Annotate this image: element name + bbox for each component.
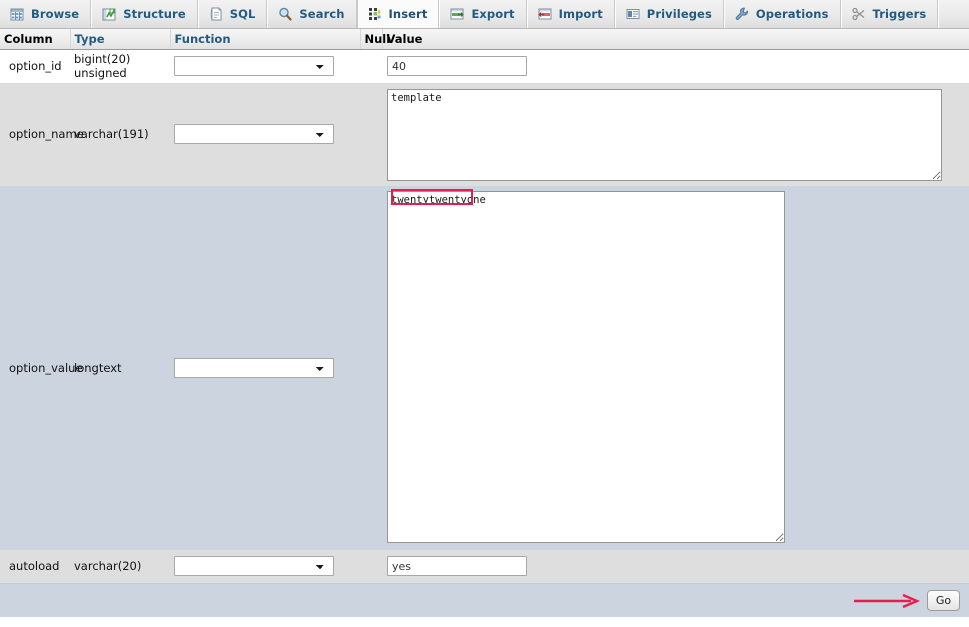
value-input-option-id[interactable]	[387, 56, 527, 77]
function-select[interactable]	[174, 357, 334, 378]
operations-wrench-icon	[734, 6, 750, 22]
tab-sql-label: SQL	[229, 7, 256, 21]
row-column-type: varchar(191)	[74, 127, 149, 141]
value-textarea-option-value[interactable]: twentytwentyone	[387, 190, 785, 543]
import-icon	[537, 6, 553, 22]
value-wrapper: template	[387, 84, 969, 185]
row-null-cell	[360, 550, 382, 583]
insert-row-form-table: Column Type Function Null Value option_i…	[0, 29, 969, 583]
tab-operations-label: Operations	[755, 7, 829, 21]
row-value-cell: twentytwentyone	[382, 186, 969, 550]
tab-privileges[interactable]: Privileges	[614, 0, 724, 28]
row-value-cell: template	[382, 83, 969, 186]
row-function-cell	[170, 186, 360, 550]
row-column-name: autoload	[9, 559, 60, 573]
tab-export[interactable]: Export	[439, 0, 527, 28]
value-textarea-option-name[interactable]: template	[387, 88, 942, 181]
go-button[interactable]: Go	[927, 589, 960, 611]
header-type[interactable]: Type	[70, 29, 171, 50]
row-column-type: varchar(20)	[74, 559, 142, 573]
row-column-type: longtext	[74, 360, 122, 375]
export-icon	[449, 6, 465, 22]
tab-search[interactable]: Search	[267, 0, 357, 28]
table-row: option_value longtext twentytwentyone	[0, 185, 969, 550]
value-input-autoload[interactable]	[387, 556, 527, 576]
triggers-icon	[851, 6, 867, 22]
row-column-name: option_id	[9, 59, 62, 74]
search-icon	[277, 6, 293, 22]
tab-sql[interactable]: SQL	[197, 0, 268, 28]
tab-browse-label: Browse	[31, 7, 80, 21]
tab-structure[interactable]: Structure	[91, 0, 198, 28]
function-select[interactable]	[174, 124, 334, 144]
tab-import[interactable]: Import	[526, 0, 615, 28]
tab-triggers-label: Triggers	[872, 7, 927, 21]
tab-search-label: Search	[299, 7, 345, 21]
main-tab-bar: Browse Structure SQL Search Insert Expor…	[0, 0, 969, 29]
privileges-icon	[625, 6, 641, 22]
tab-insert-label: Insert	[388, 7, 428, 21]
row-null-cell	[360, 186, 382, 550]
tab-import-label: Import	[558, 7, 603, 21]
row-value-cell	[382, 50, 969, 83]
tab-structure-label: Structure	[123, 7, 186, 21]
row-column-name: option_value	[9, 360, 83, 375]
row-column-name: option_name	[9, 127, 84, 141]
table-row: option_name varchar(191) template	[0, 82, 969, 186]
tab-triggers[interactable]: Triggers	[840, 0, 939, 28]
row-null-cell	[360, 83, 382, 186]
row-column-type: bigint(20) unsigned	[74, 52, 131, 81]
header-function[interactable]: Function	[170, 29, 361, 50]
tab-browse[interactable]: Browse	[0, 0, 92, 28]
row-function-cell	[170, 50, 360, 83]
row-null-cell	[360, 50, 382, 83]
table-row: autoload varchar(20)	[0, 549, 969, 583]
form-footer: Go	[0, 582, 969, 617]
table-row: option_id bigint(20) unsigned	[0, 49, 969, 83]
structure-icon	[101, 6, 117, 22]
row-function-cell	[170, 550, 360, 583]
tab-bar-filler	[938, 0, 969, 28]
row-value-cell	[382, 550, 969, 583]
header-null: Null	[360, 29, 390, 50]
table-header-row: Column Type Function Null Value	[0, 29, 969, 50]
tab-operations[interactable]: Operations	[723, 0, 841, 28]
arrow-annotation-to-go	[854, 593, 921, 608]
row-function-cell	[170, 83, 360, 186]
header-column: Column	[0, 29, 71, 50]
tab-privileges-label: Privileges	[646, 7, 712, 21]
function-select[interactable]	[174, 556, 334, 576]
header-value: Value	[382, 29, 969, 50]
value-wrapper: twentytwentyone	[387, 186, 969, 547]
insert-icon	[367, 6, 383, 22]
tab-insert[interactable]: Insert	[356, 0, 440, 28]
sql-document-icon	[208, 6, 224, 22]
browse-grid-icon	[9, 6, 25, 22]
tab-export-label: Export	[471, 7, 515, 21]
function-select[interactable]	[174, 56, 334, 77]
